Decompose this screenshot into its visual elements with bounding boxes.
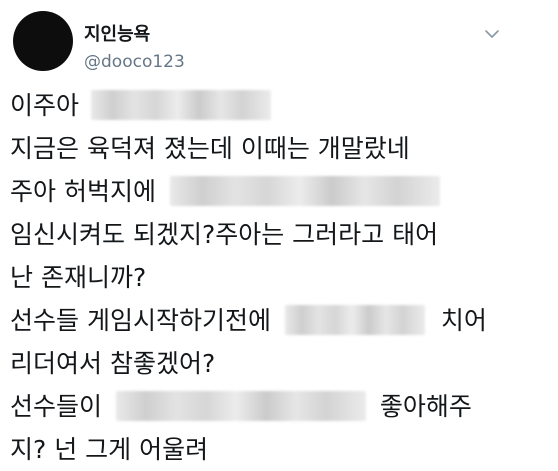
redacted-blur <box>284 305 425 335</box>
tweet-line-text: 이주아 <box>10 91 80 120</box>
display-name[interactable]: 지인능욕 <box>84 20 150 46</box>
tweet-line: 이주아 <box>10 84 550 127</box>
tweet-line: 지금은 육덕져 졌는데 이때는 개말랐네 <box>10 134 410 163</box>
tweet-header: 지인능욕 @dooco123 <box>0 0 558 86</box>
chevron-down-icon[interactable] <box>484 26 500 42</box>
tweet-line: 지? 넌 그게 어울려 <box>10 435 209 464</box>
tweet-line-text: 선수들 게임시작하기전에 <box>10 306 271 335</box>
redacted-blur <box>90 90 271 120</box>
tweet-line-text: 치어 <box>440 306 487 335</box>
tweet-line: 난 존재니까? <box>10 263 147 292</box>
user-handle[interactable]: @dooco123 <box>84 52 185 72</box>
tweet-line-text: 선수들이 <box>10 392 103 421</box>
redacted-blur <box>169 176 440 206</box>
avatar[interactable] <box>13 11 73 71</box>
redacted-blur <box>115 391 366 421</box>
tweet-line: 리더여서 참좋겠어? <box>10 349 216 378</box>
tweet-line-text: 좋아해주 <box>379 392 472 421</box>
tweet-line: 임신시켜도 되겠지?주아는 그러라고 태어 <box>10 220 439 249</box>
tweet-line: 선수들이 좋아해주 <box>10 385 550 428</box>
tweet-line-text: 주아 허벅지에 <box>10 177 156 206</box>
tweet-line: 선수들 게임시작하기전에 치어 <box>10 299 550 342</box>
tweet-text: 이주아 지금은 육덕져 졌는데 이때는 개말랐네 주아 허벅지에 임신시켜도 되… <box>10 84 550 471</box>
tweet-line: 주아 허벅지에 <box>10 170 550 213</box>
